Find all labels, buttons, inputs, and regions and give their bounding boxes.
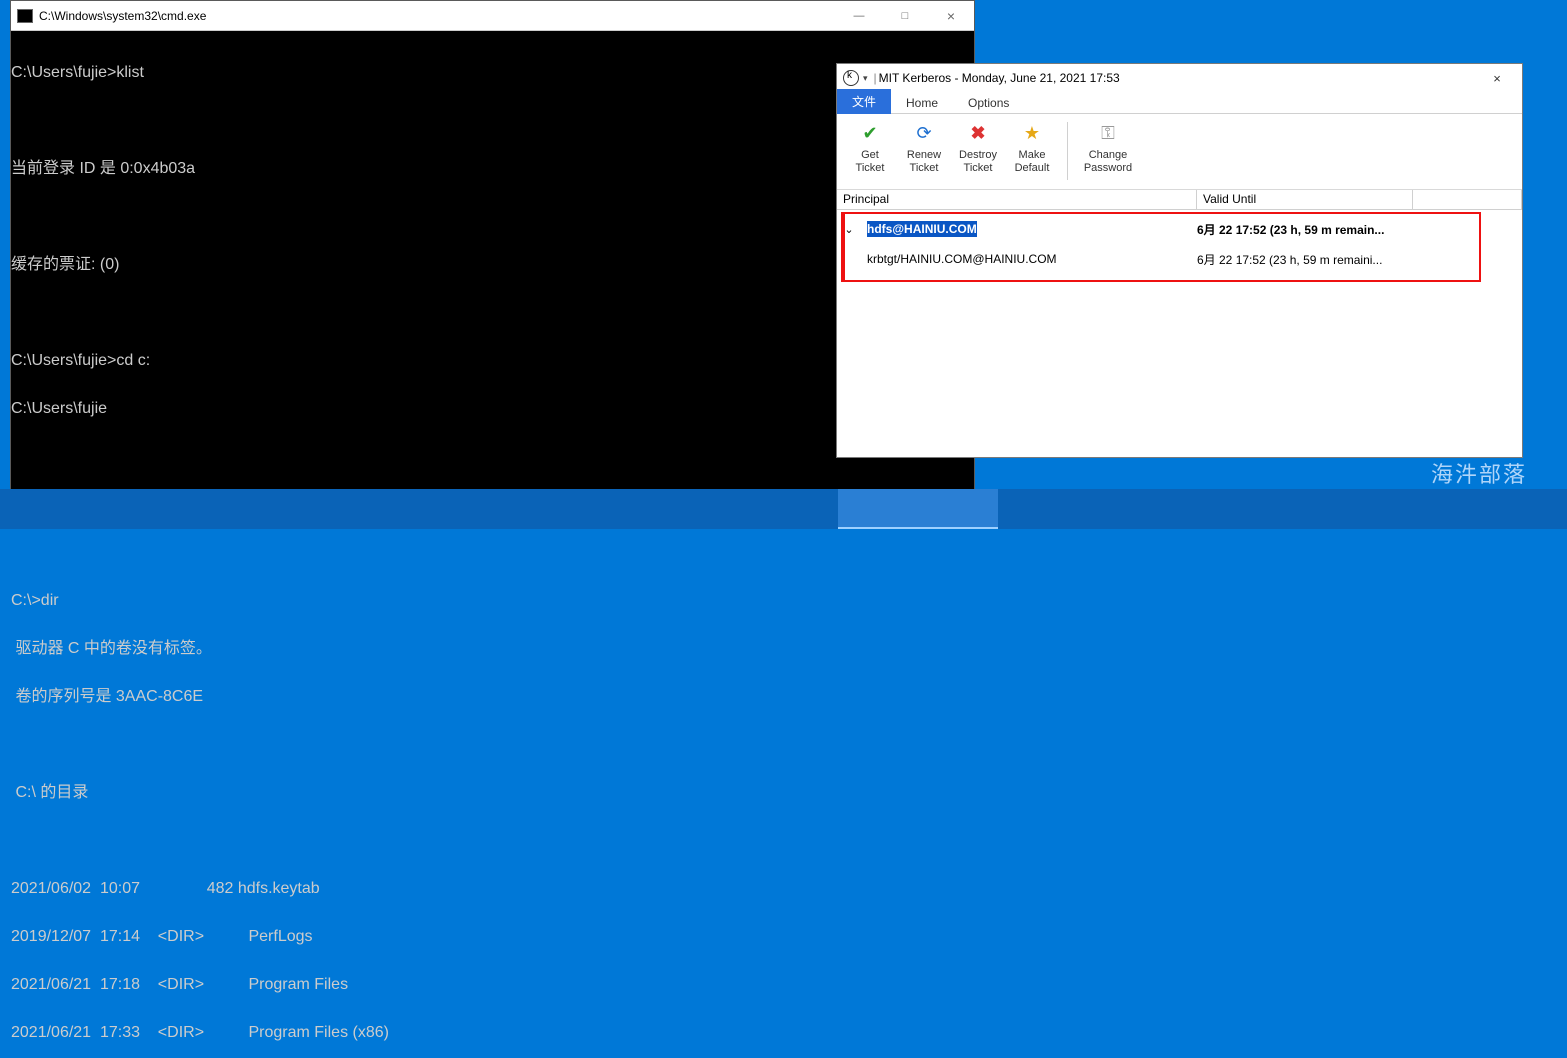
btn-label-l1: Destroy xyxy=(959,149,997,162)
get-ticket-button[interactable]: ✔ Get Ticket xyxy=(845,120,895,175)
ticket-columns: Principal Valid Until xyxy=(837,190,1522,210)
console-line: C:\Users\fujie>klist xyxy=(11,65,974,81)
btn-label-l2: Ticket xyxy=(964,162,993,175)
console-line xyxy=(11,545,974,561)
delete-icon: ✖ xyxy=(965,120,991,146)
maximize-button[interactable]: □ xyxy=(882,1,928,30)
close-button[interactable]: × xyxy=(1474,65,1520,91)
ribbon-tabs: 文件 Home Options xyxy=(837,92,1522,114)
ticket-row[interactable]: ⌄ hdfs@HAINIU.COM 6月 22 17:52 (23 h, 59 … xyxy=(837,214,1522,244)
btn-label-l2: Ticket xyxy=(910,162,939,175)
console-line: 缓存的票证: (0) xyxy=(11,257,974,273)
console-line xyxy=(11,209,974,225)
console-line: C:\Users\fujie xyxy=(11,401,974,417)
console-line xyxy=(11,833,974,849)
refresh-icon: ⟳ xyxy=(911,120,937,146)
console-line: 当前登录 ID 是 0:0x4b03a xyxy=(11,161,974,177)
console-line xyxy=(11,113,974,129)
ticket-principal: krbtgt/HAINIU.COM@HAINIU.COM xyxy=(867,252,1057,266)
tab-file[interactable]: 文件 xyxy=(837,89,891,114)
btn-label-l1: Renew xyxy=(907,149,941,162)
btn-label-l2: Default xyxy=(1015,162,1050,175)
console-line: 卷的序列号是 3AAC-8C6E xyxy=(11,689,974,705)
make-default-button[interactable]: ★ Make Default xyxy=(1007,120,1057,175)
column-principal[interactable]: Principal xyxy=(837,190,1197,209)
cmd-window: C:\Windows\system32\cmd.exe — □ × C:\Use… xyxy=(10,0,975,524)
ticket-list: ⌄ hdfs@HAINIU.COM 6月 22 17:52 (23 h, 59 … xyxy=(837,210,1522,278)
console-line: C:\Users\fujie>cd c: xyxy=(11,353,974,369)
console-line xyxy=(11,305,974,321)
desktop-watermark: 海汼部落 xyxy=(1431,457,1527,489)
kerberos-title: MIT Kerberos - Monday, June 21, 2021 17:… xyxy=(879,71,1120,85)
toolbar-separator xyxy=(1067,122,1068,180)
console-line: C:\ 的目录 xyxy=(11,785,974,801)
ticket-row[interactable]: krbtgt/HAINIU.COM@HAINIU.COM 6月 22 17:52… xyxy=(837,244,1522,274)
btn-label-l1: Make xyxy=(1019,149,1046,162)
console-line: 2021/06/21 17:33 <DIR> Program Files (x8… xyxy=(11,1025,974,1041)
title-separator: | xyxy=(874,71,877,85)
btn-label-l2: Ticket xyxy=(856,162,885,175)
console-line xyxy=(11,449,974,465)
column-valid[interactable]: Valid Until xyxy=(1197,190,1413,209)
cmd-title: C:\Windows\system32\cmd.exe xyxy=(39,9,836,23)
ticket-valid: 6月 22 17:52 (23 h, 59 m remain... xyxy=(1197,221,1457,238)
cmd-icon xyxy=(17,9,33,23)
console-output[interactable]: C:\Users\fujie>klist 当前登录 ID 是 0:0x4b03a… xyxy=(11,31,974,1058)
close-button[interactable]: × xyxy=(928,1,974,30)
kerberos-app-icon xyxy=(843,70,859,86)
minimize-button[interactable]: — xyxy=(836,1,882,30)
kerberos-window: ▾ | MIT Kerberos - Monday, June 21, 2021… xyxy=(836,63,1523,458)
expand-icon[interactable]: ⌄ xyxy=(837,223,861,236)
taskbar-app-button[interactable] xyxy=(838,489,998,529)
quick-access-dropdown-icon[interactable]: ▾ xyxy=(863,73,868,84)
destroy-ticket-button[interactable]: ✖ Destroy Ticket xyxy=(953,120,1003,175)
tab-home[interactable]: Home xyxy=(891,92,953,114)
renew-ticket-button[interactable]: ⟳ Renew Ticket xyxy=(899,120,949,175)
column-empty[interactable] xyxy=(1413,190,1522,209)
keys-icon: ⚿ xyxy=(1095,120,1121,146)
ticket-get-icon: ✔ xyxy=(857,120,883,146)
console-line: 2021/06/21 17:18 <DIR> Program Files xyxy=(11,977,974,993)
btn-label-l1: Get xyxy=(861,149,879,162)
ticket-principal: hdfs@HAINIU.COM xyxy=(867,221,977,237)
kerberos-titlebar[interactable]: ▾ | MIT Kerberos - Monday, June 21, 2021… xyxy=(837,64,1522,92)
ribbon-toolbar: ✔ Get Ticket ⟳ Renew Ticket ✖ Destroy Ti… xyxy=(837,114,1522,190)
console-line: 2021/06/02 10:07 482 hdfs.keytab xyxy=(11,881,974,897)
btn-label-l2: Password xyxy=(1084,162,1132,175)
btn-label-l1: Change xyxy=(1089,149,1128,162)
cmd-titlebar[interactable]: C:\Windows\system32\cmd.exe — □ × xyxy=(11,1,974,31)
tab-options[interactable]: Options xyxy=(953,92,1024,114)
change-password-button[interactable]: ⚿ Change Password xyxy=(1078,120,1138,175)
console-line: C:\>dir xyxy=(11,593,974,609)
console-line: 2019/12/07 17:14 <DIR> PerfLogs xyxy=(11,929,974,945)
console-line: 驱动器 C 中的卷没有标签。 xyxy=(11,641,974,657)
console-line xyxy=(11,737,974,753)
ticket-valid: 6月 22 17:52 (23 h, 59 m remaini... xyxy=(1197,251,1457,268)
taskbar[interactable] xyxy=(0,489,1567,529)
star-icon: ★ xyxy=(1019,120,1045,146)
